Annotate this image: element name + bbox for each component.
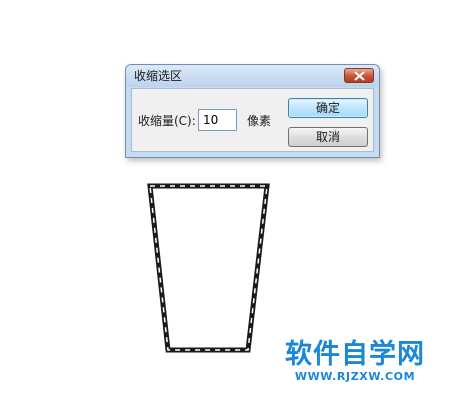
- watermark-name: 软件自学网: [285, 339, 425, 370]
- unit-label: 像素: [247, 114, 272, 128]
- dialog-title-bar[interactable]: 收缩选区: [126, 65, 379, 87]
- cancel-button[interactable]: 取消: [288, 127, 368, 147]
- contract-amount-label: 收缩量(C):: [138, 114, 196, 128]
- dialog-body: 收缩量(C): 像素 确定 取消: [131, 88, 374, 152]
- dialog-title: 收缩选区: [134, 69, 183, 83]
- close-button[interactable]: [344, 68, 374, 83]
- cup-outline: [147, 183, 270, 353]
- close-icon: [354, 71, 365, 81]
- ok-button[interactable]: 确定: [288, 98, 368, 118]
- cup-selection-shape: [147, 183, 270, 353]
- watermark: 软件自学网 WWW.RJZXW.COM: [280, 339, 430, 384]
- contract-amount-input[interactable]: [198, 109, 237, 131]
- watermark-url: WWW.RJZXW.COM: [294, 370, 416, 383]
- contract-selection-dialog: 收缩选区 收缩量(C): 像素 确定 取消: [125, 64, 380, 158]
